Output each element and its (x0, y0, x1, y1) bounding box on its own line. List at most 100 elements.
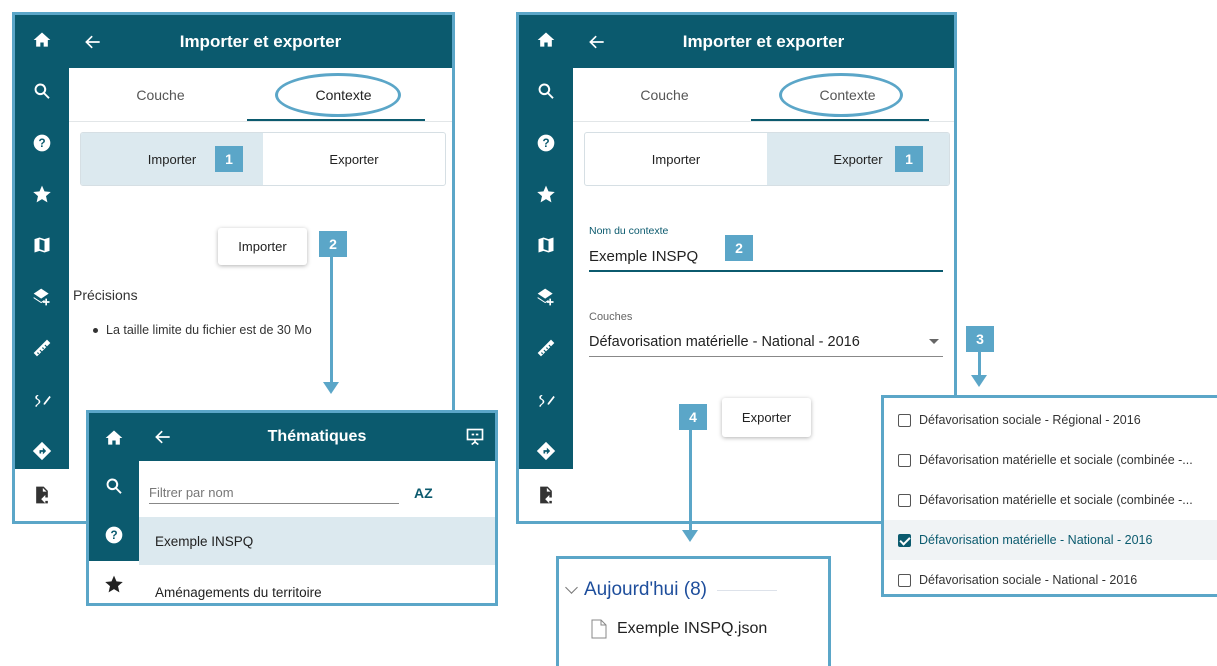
draw-icon[interactable] (15, 385, 69, 415)
theme-item[interactable]: Aménagements du territoire (139, 577, 495, 603)
divider (69, 121, 452, 122)
highlight-ellipse (779, 73, 903, 117)
map-icon[interactable] (15, 230, 69, 260)
file-explorer: Aujourd'hui (8) Exemple INSPQ.json (556, 556, 831, 666)
highlight-ellipse (275, 73, 401, 117)
dropdown-option[interactable]: Défavorisation matérielle et sociale (co… (884, 480, 1217, 520)
star-icon[interactable] (519, 179, 573, 209)
map-icon[interactable] (519, 230, 573, 260)
layers-label: Couches (589, 311, 633, 323)
ruler-icon[interactable] (519, 333, 573, 363)
add-layer-icon[interactable] (15, 282, 69, 312)
precisions-heading: Précisions (73, 287, 138, 303)
option-label: Défavorisation sociale - Régional - 2016 (919, 413, 1141, 427)
group-header[interactable]: Aujourd'hui (8) (565, 579, 777, 601)
import-export-icon[interactable] (15, 469, 69, 521)
layers-select[interactable]: Défavorisation matérielle - National - 2… (589, 327, 943, 357)
chevron-down-icon (565, 581, 578, 594)
divider (573, 121, 954, 122)
home-icon[interactable] (519, 25, 573, 55)
toggle-import[interactable]: Importer (585, 133, 767, 185)
export-button[interactable]: Exporter (722, 398, 811, 437)
dropdown-option[interactable]: Défavorisation sociale - Régional - 2016 (884, 400, 1217, 440)
layers-select-value: Défavorisation matérielle - National - 2… (589, 333, 860, 350)
directions-icon[interactable] (519, 436, 573, 466)
back-arrow-icon[interactable] (83, 15, 103, 68)
checkbox[interactable] (898, 493, 911, 507)
directions-icon[interactable] (15, 436, 69, 466)
search-icon[interactable] (519, 76, 573, 106)
dropdown-option-selected[interactable]: Défavorisation matérielle - National - 2… (884, 520, 1217, 560)
panel-header: Importer et exporter (573, 15, 954, 68)
option-label: Défavorisation sociale - National - 2016 (919, 573, 1138, 587)
home-icon[interactable] (89, 423, 139, 453)
toggle-export-label: Exporter (329, 151, 379, 167)
group-divider (716, 589, 777, 591)
svg-text:?: ? (110, 529, 117, 542)
star-row[interactable] (89, 561, 139, 603)
panel-title: Importer et exporter (682, 31, 845, 51)
bullet-dot (93, 328, 98, 334)
sort-az-icon[interactable]: AZ (414, 485, 433, 501)
svg-text:?: ? (542, 137, 549, 150)
theme-item-selected[interactable]: Exemple INSPQ (139, 517, 495, 565)
back-arrow-icon[interactable] (153, 413, 173, 461)
checkbox[interactable] (898, 413, 911, 427)
sidebar: ? (15, 15, 69, 521)
toggle-import-label: Importer (651, 151, 701, 167)
svg-text:?: ? (38, 137, 45, 150)
add-layer-icon[interactable] (519, 282, 573, 312)
search-icon[interactable] (89, 471, 139, 501)
connector-arrowhead-4 (682, 530, 698, 542)
step-badge-1: 1 (895, 146, 923, 172)
context-name-input[interactable]: Exemple INSPQ (589, 242, 943, 272)
checkbox-checked[interactable] (898, 533, 911, 547)
theme-item-label: Aménagements du territoire (155, 584, 322, 600)
step-badge-1: 1 (215, 146, 243, 172)
panel-header: Importer et exporter (69, 15, 452, 68)
file-row[interactable]: Exemple INSPQ.json (591, 619, 767, 639)
toggle-import-label: Importer (147, 151, 197, 167)
ruler-icon[interactable] (15, 333, 69, 363)
help-icon[interactable]: ? (89, 520, 139, 550)
import-export-toggle: Importer Exporter (80, 132, 446, 186)
help-icon[interactable]: ? (15, 128, 69, 158)
connector-arrowhead-2 (323, 382, 339, 394)
tab-couche[interactable]: Couche (69, 68, 252, 122)
back-arrow-icon[interactable] (587, 15, 607, 68)
checkbox[interactable] (898, 453, 911, 467)
file-name: Exemple INSPQ.json (617, 620, 768, 637)
toggle-export-label: Exporter (833, 151, 883, 167)
step-badge-2: 2 (725, 235, 753, 261)
themes-sidebar: ? (89, 413, 139, 603)
connector-arrowhead-3 (971, 375, 987, 387)
option-label: Défavorisation matérielle et sociale (co… (919, 493, 1193, 507)
size-limit-note: La taille limite du fichier est de 30 Mo (93, 323, 312, 337)
sidebar: ? (519, 15, 573, 521)
draw-icon[interactable] (519, 385, 573, 415)
star-icon[interactable] (15, 179, 69, 209)
option-label: Défavorisation matérielle et sociale (co… (919, 453, 1193, 467)
filter-placeholder: Filtrer par nom (149, 485, 234, 500)
import-button[interactable]: Importer (218, 228, 307, 265)
panel-title: Importer et exporter (179, 31, 342, 51)
filter-input[interactable]: Filtrer par nom (149, 485, 399, 504)
search-icon[interactable] (15, 76, 69, 106)
dropdown-option[interactable]: Défavorisation sociale - National - 2016 (884, 560, 1217, 594)
dropdown-caret-icon (929, 339, 939, 344)
size-limit-text: La taille limite du fichier est de 30 Mo (106, 323, 312, 337)
presentation-icon[interactable] (465, 427, 485, 452)
help-icon[interactable]: ? (519, 128, 573, 158)
toggle-export[interactable]: Exporter (263, 133, 445, 185)
tab-couche-label: Couche (136, 87, 185, 103)
dropdown-option[interactable]: Défavorisation matérielle et sociale (co… (884, 440, 1217, 480)
import-export-icon[interactable] (519, 469, 573, 521)
home-icon[interactable] (15, 25, 69, 55)
themes-panel: ? Thématiques Filtrer par nom AZ Exemple… (86, 410, 498, 606)
star-icon (105, 575, 123, 592)
step-badge-2: 2 (319, 231, 347, 257)
tab-couche[interactable]: Couche (573, 68, 756, 122)
theme-item-label: Exemple INSPQ (155, 533, 254, 549)
context-name-label: Nom du contexte (589, 225, 669, 237)
checkbox[interactable] (898, 573, 911, 587)
